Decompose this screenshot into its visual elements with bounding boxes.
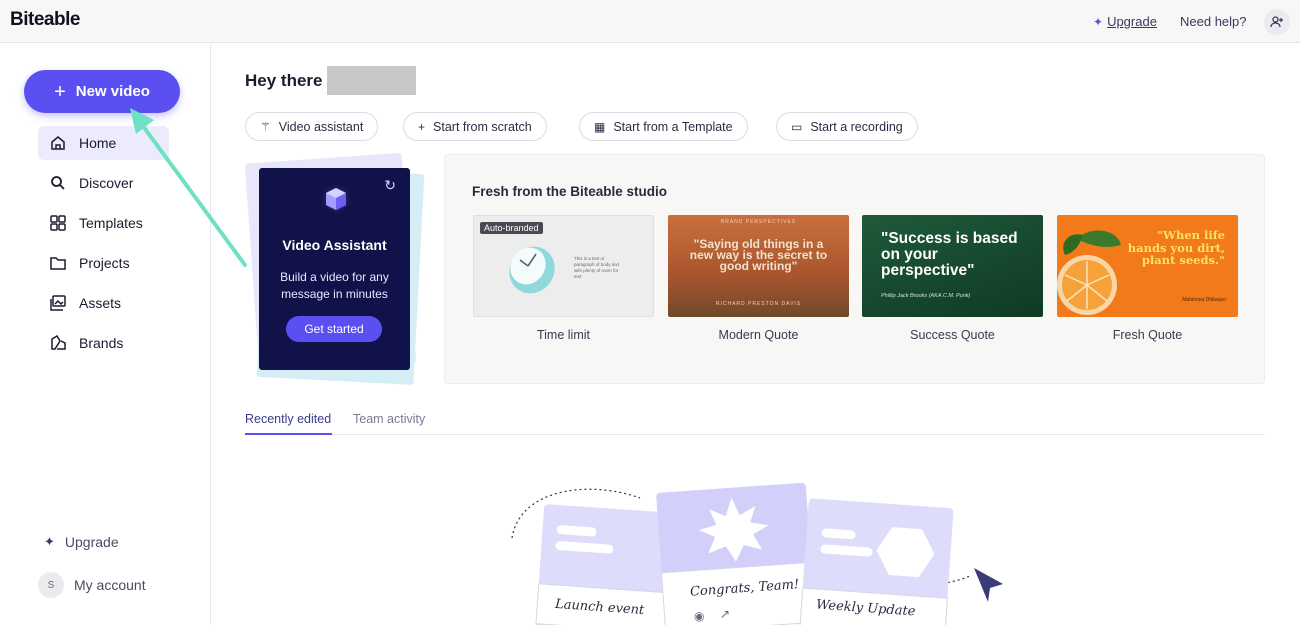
tab-team-activity[interactable]: Team activity [353, 412, 425, 426]
assistant-description: Build a video for any message in minutes [280, 270, 389, 301]
greeting-title: Hey there [245, 71, 323, 90]
action-label: Start from scratch [433, 119, 532, 134]
template-author: Phillip Jack Brooks (AKA C.M. Punk) [881, 293, 971, 299]
top-bar: Biteable ✦ Upgrade Need help? [0, 0, 1300, 43]
sidebar-upgrade-label: Upgrade [64, 534, 119, 550]
clock-illustration [509, 246, 555, 294]
template-quote: "Saying old things in a new way is the s… [689, 237, 828, 273]
studio-panel: Fresh from the Biteable studio Auto-bran… [444, 154, 1265, 384]
start-from-scratch-button[interactable]: + Start from scratch [403, 112, 547, 141]
template-label: Fresh Quote [1112, 328, 1183, 342]
studio-title: Fresh from the Biteable studio [472, 184, 668, 199]
search-icon [51, 176, 65, 190]
redacted-username [327, 66, 416, 95]
sidebar-upgrade-link[interactable]: ✦ Upgrade [44, 534, 119, 550]
start-recording-button[interactable]: ▭ Start a recording [776, 112, 918, 141]
template-quote: "When life hands you dirt, plant seeds." [1127, 228, 1225, 267]
action-label: Start from a Template [613, 119, 733, 134]
refresh-icon[interactable]: ↻ [384, 177, 396, 194]
plus-icon: + [418, 119, 426, 134]
add-user-icon [1270, 16, 1283, 28]
sidebar-item-brands[interactable]: Brands [38, 326, 169, 360]
video-assistant-button[interactable]: ⚚ Video assistant [245, 112, 379, 141]
sparkle-icon: ✦ [1093, 14, 1104, 29]
action-label: Video assistant [278, 119, 364, 134]
template-label: Time limit [536, 328, 590, 342]
template-kicker: BRAND PERSPECTIVES [720, 219, 797, 225]
plus-icon: + [54, 80, 66, 103]
sidebar-item-label: Home [79, 135, 117, 151]
sparkle-icon: ✦ [44, 534, 55, 549]
home-icon [51, 136, 65, 150]
template-label: Success Quote [910, 328, 995, 342]
grid-icon [50, 215, 66, 231]
get-started-button[interactable]: Get started [286, 316, 382, 342]
sidebar-item-label: Brands [79, 335, 124, 351]
start-from-template-button[interactable]: ▦ Start from a Template [579, 112, 748, 141]
folder-icon [50, 257, 66, 270]
template-quote: "Success is based on your perspective" [881, 230, 1018, 279]
biteable-logo[interactable]: Biteable [10, 9, 80, 31]
auto-branded-badge: Auto-branded [480, 222, 543, 234]
template-label: Modern Quote [718, 328, 799, 342]
active-tab-indicator [245, 433, 332, 435]
eye-icon: ◉ [694, 609, 705, 623]
magic-wand-icon: ⚚ [260, 119, 271, 134]
sidebar-item-label: Assets [79, 295, 122, 311]
template-thumbnail-modern-quote[interactable]: BRAND PERSPECTIVES "Saying old things in… [668, 215, 849, 317]
my-account-label: My account [74, 577, 146, 593]
grid-icon: ▦ [594, 119, 606, 134]
template-thumbnail-success-quote[interactable]: "Success is based on your perspective" P… [862, 215, 1043, 317]
template-author: RICHARD PRESTON DAVIS [715, 301, 802, 307]
header-upgrade-label: Upgrade [1107, 14, 1157, 29]
share-icon: ↗ [720, 607, 731, 621]
video-assistant-card[interactable]: ↻ Video Assistant Build a video for any … [259, 168, 410, 370]
camera-icon: ▭ [791, 119, 803, 134]
need-help-link[interactable]: Need help? [1180, 14, 1247, 29]
cube-icon [319, 182, 353, 216]
avatar: S [38, 572, 64, 598]
template-thumbnail-time-limit[interactable]: Auto-branded This is a text or paragraph… [473, 215, 654, 317]
template-author: Matshona Dhliwayo [1182, 297, 1226, 303]
new-video-label: New video [75, 83, 150, 100]
annotation-arrow [130, 108, 247, 267]
header-upgrade-link[interactable]: ✦ Upgrade [1093, 14, 1157, 29]
assistant-title: Video Assistant [282, 237, 387, 253]
sidebar-item-assets[interactable]: Assets [38, 286, 169, 320]
image-stack-icon [50, 295, 66, 311]
action-label: Start a recording [810, 119, 903, 134]
my-account-link[interactable]: S My account [38, 572, 146, 598]
invite-user-button[interactable] [1264, 9, 1290, 35]
brand-icon [51, 334, 66, 350]
template-thumbnail-fresh-quote[interactable]: "When life hands you dirt, plant seeds."… [1057, 215, 1238, 317]
tab-recently-edited[interactable]: Recently edited [245, 412, 331, 426]
template-body-text: This is a text or paragraph of body text… [574, 256, 620, 279]
tabs-divider [245, 434, 1265, 435]
orange-illustration [1057, 230, 1121, 315]
